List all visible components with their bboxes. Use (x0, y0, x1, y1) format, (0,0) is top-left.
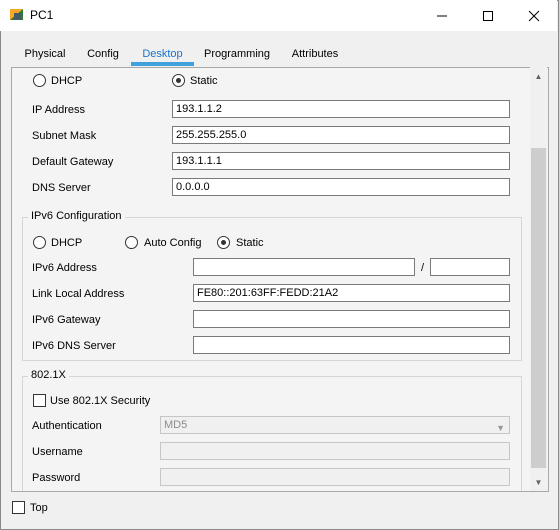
scrollbar-thumb[interactable] (531, 148, 546, 468)
minimize-icon (437, 15, 447, 16)
ipv6-static-label: Static (236, 237, 264, 249)
minimize-button[interactable] (419, 0, 465, 31)
chevron-down-icon: ▼ (496, 423, 505, 433)
default-gateway-label: Default Gateway (32, 156, 114, 168)
ipv6-dns-server-input[interactable] (193, 336, 510, 354)
ipv6-gateway-input[interactable] (193, 310, 510, 328)
password-label: Password (32, 472, 81, 484)
tab-config[interactable]: Config (80, 46, 126, 64)
packet-tracer-pc-icon (9, 7, 25, 23)
ip-configuration-panel: DHCP Static IP Address 193.1.1.2 Subnet … (11, 67, 549, 492)
close-button[interactable] (511, 0, 557, 31)
ipv4-static-label: Static (190, 75, 218, 87)
authentication-select[interactable]: MD5 ▼ (160, 416, 510, 434)
dot1x-title: 802.1X (28, 369, 69, 381)
username-input[interactable] (160, 442, 510, 460)
scroll-up-icon[interactable]: ▲ (533, 70, 544, 82)
subnet-mask-label: Subnet Mask (32, 130, 97, 142)
tab-attributes[interactable]: Attributes (284, 46, 346, 64)
ipv6-address-label: IPv6 Address (32, 262, 97, 274)
maximize-icon (483, 10, 493, 21)
ipv6-dhcp-label: DHCP (51, 237, 83, 249)
ipv6-static-radio[interactable] (217, 236, 230, 249)
use-dot1x-security-checkbox[interactable] (33, 394, 46, 407)
ipv6-dhcp-radio[interactable] (33, 236, 46, 249)
authentication-value: MD5 (164, 419, 188, 431)
authentication-label: Authentication (32, 420, 102, 432)
use-dot1x-security-label: Use 802.1X Security (50, 395, 151, 407)
close-icon (528, 10, 540, 21)
username-label: Username (32, 446, 83, 458)
ipv6-address-input[interactable] (193, 258, 415, 276)
ipv6-prefix-separator: / (421, 262, 425, 274)
default-gateway-input[interactable]: 193.1.1.1 (172, 152, 510, 170)
window-title: PC1 (30, 8, 54, 22)
maximize-button[interactable] (465, 0, 511, 31)
ipv4-dhcp-radio[interactable] (33, 74, 46, 87)
ipv6-dns-server-label: IPv6 DNS Server (32, 340, 116, 352)
dns-server-label: DNS Server (32, 182, 91, 194)
ipv6-configuration-title: IPv6 Configuration (28, 210, 125, 222)
ipv4-dhcp-label: DHCP (51, 75, 83, 87)
ip-address-input[interactable]: 193.1.1.2 (172, 100, 510, 118)
dns-server-input[interactable]: 0.0.0.0 (172, 178, 510, 196)
ip-address-label: IP Address (32, 104, 85, 116)
link-local-address-label: Link Local Address (32, 288, 125, 300)
ipv6-auto-config-label: Auto Config (144, 237, 202, 249)
scroll-down-icon[interactable]: ▼ (533, 476, 544, 488)
ipv6-prefix-input[interactable] (430, 258, 510, 276)
link-local-address-input[interactable]: FE80::201:63FF:FEDD:21A2 (193, 284, 510, 302)
top-label: Top (30, 502, 48, 514)
tab-physical[interactable]: Physical (18, 46, 72, 64)
top-checkbox[interactable] (12, 501, 25, 514)
ipv4-static-radio[interactable] (172, 74, 185, 87)
tab-programming[interactable]: Programming (200, 46, 274, 64)
subnet-mask-input[interactable]: 255.255.255.0 (172, 126, 510, 144)
ipv6-auto-config-radio[interactable] (125, 236, 138, 249)
active-tab-indicator (131, 62, 194, 66)
password-input[interactable] (160, 468, 510, 486)
ipv6-gateway-label: IPv6 Gateway (32, 314, 101, 326)
